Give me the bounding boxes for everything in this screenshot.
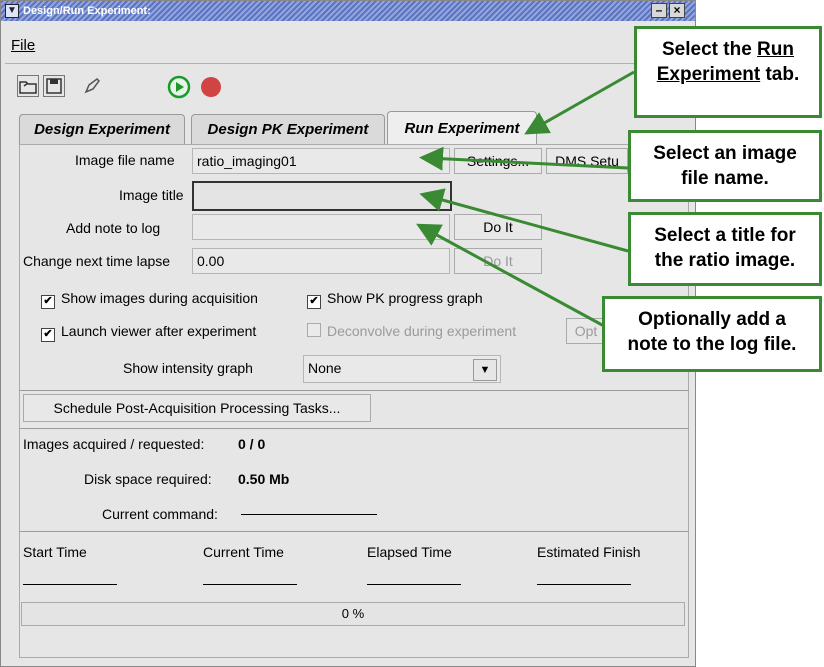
callout-image-file-name: Select an image file name. [628,130,822,202]
callout-image-title: Select a title for the ratio image. [628,212,822,286]
callout-text: note to the log file. [627,334,797,355]
callout-text: Select a title for [654,225,796,246]
callout-text: Select an image [653,143,797,164]
callout-note-to-log: Optionally add a note to the log file. [602,296,822,372]
callout-text: the ratio image. [654,250,796,271]
callout-run-experiment-tab: Select the Run Experiment tab. [634,26,822,118]
arrow-to-file-name [419,146,629,171]
arrow-to-run-tab [524,70,635,135]
callout-text: Experiment tab. [656,64,800,85]
callout-text: Select the Run [662,39,794,60]
callout-text: file name. [681,168,769,189]
arrow-to-image-title [419,188,629,253]
arrow-to-note-field [416,223,605,328]
callout-text: Optionally add a [638,309,786,330]
